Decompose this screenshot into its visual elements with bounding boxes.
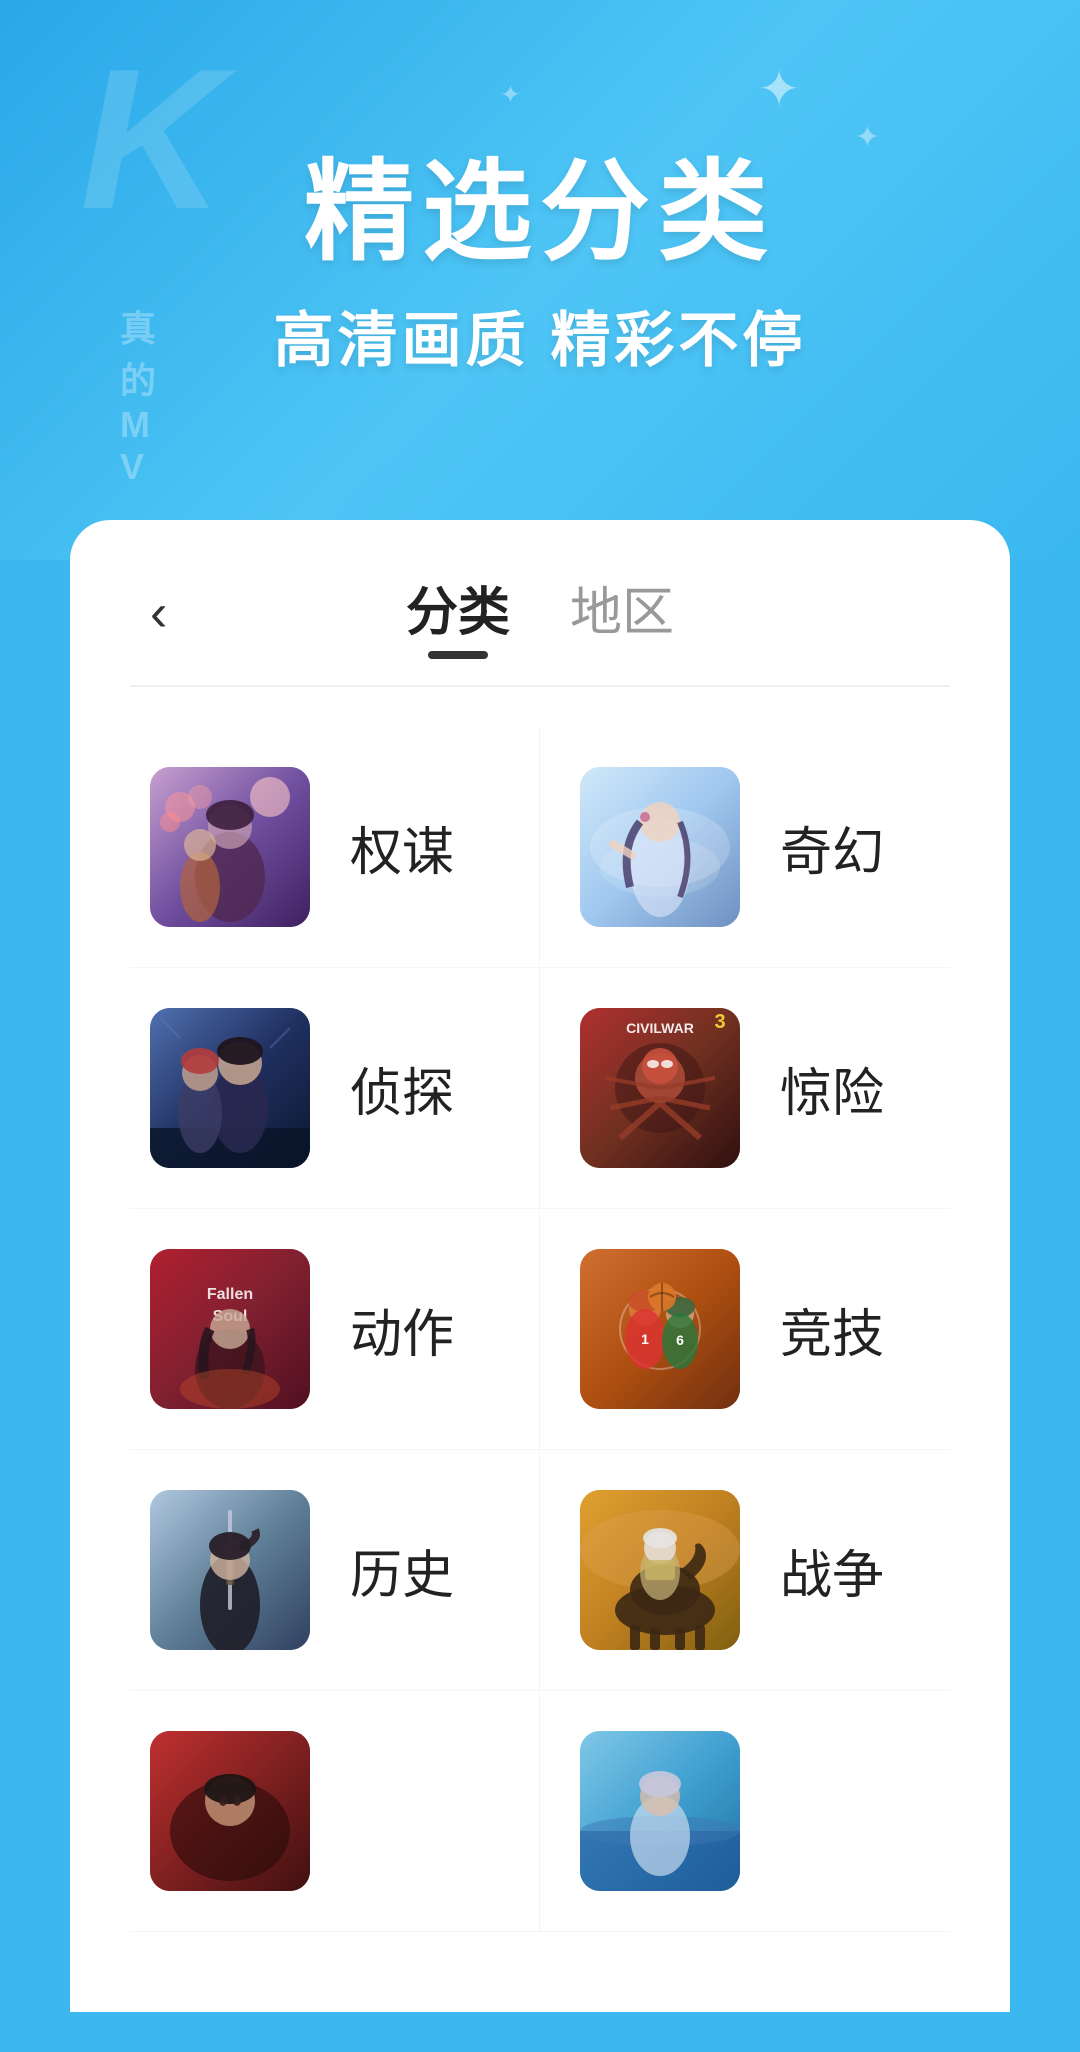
category-thumb-quanmou [150, 767, 310, 927]
category-item-qihuan[interactable]: 奇幻 [540, 727, 950, 968]
category-label-qihuan: 奇幻 [780, 810, 884, 885]
category-label-zhanzheng: 战争 [780, 1533, 884, 1608]
category-item-lishi[interactable]: 历史 [130, 1450, 540, 1691]
category-label-lishi: 历史 [350, 1533, 454, 1608]
star-decoration-3: ✦ [500, 80, 521, 110]
back-button[interactable]: ‹ [150, 583, 167, 643]
star-decoration-2: ✦ [855, 120, 880, 155]
category-thumb-lishi [150, 1490, 310, 1650]
category-item-jingxian[interactable]: CIVILWAR 3 [540, 968, 950, 1209]
category-label-jingxian: 惊险 [780, 1051, 884, 1126]
category-thumb-10 [580, 1731, 740, 1891]
category-item-9[interactable] [130, 1691, 540, 1932]
category-thumb-9 [150, 1731, 310, 1891]
bg-decoration-k: K [80, 40, 224, 240]
category-label-dongzuo: 动作 [350, 1292, 454, 1367]
category-item-zhanzheng[interactable]: 战争 [540, 1450, 950, 1691]
category-item-dongzuo[interactable]: Fallen Soul 动作 [130, 1209, 540, 1450]
category-label-jingji: 竞技 [780, 1292, 884, 1367]
content-card: ‹ 分类 地区 [70, 520, 1010, 2012]
tabs-container: 分类 地区 [406, 570, 674, 655]
category-thumb-jingxian: CIVILWAR 3 [580, 1008, 740, 1168]
svg-text:Fallen: Fallen [207, 1286, 253, 1303]
category-item-jingji[interactable]: 1 6 竞技 [540, 1209, 950, 1450]
svg-text:1: 1 [641, 1331, 649, 1347]
tab-bar: ‹ 分类 地区 [130, 520, 950, 685]
category-item-quanmou[interactable]: 权谋 [130, 727, 540, 968]
category-thumb-zhanzheng [580, 1490, 740, 1650]
category-thumb-dongzuo: Fallen Soul [150, 1249, 310, 1409]
bg-decoration-chars: 真 的 M V [120, 300, 156, 488]
hero-section: K 真 的 M V ✦ ✦ ✦ 精选分类 高清画质 精彩不停 [0, 0, 1080, 560]
category-thumb-zhentan [150, 1008, 310, 1168]
category-label-zhentan: 侦探 [350, 1051, 454, 1126]
svg-text:3: 3 [714, 1011, 725, 1033]
hero-title-main: 精选分类 [274, 122, 807, 282]
category-thumb-qihuan [580, 767, 740, 927]
svg-text:CIVILWAR: CIVILWAR [626, 1020, 694, 1036]
category-item-10[interactable] [540, 1691, 950, 1932]
tab-divider [130, 685, 950, 687]
tab-category[interactable]: 分类 [406, 570, 510, 655]
category-item-zhentanjian[interactable]: 侦探 [130, 968, 540, 1209]
category-grid: 权谋 [130, 727, 950, 1932]
svg-text:6: 6 [676, 1332, 684, 1348]
tab-region[interactable]: 地区 [570, 570, 674, 655]
hero-title: 精选分类 高清画质 精彩不停 [274, 122, 807, 379]
category-thumb-jingji: 1 6 [580, 1249, 740, 1409]
star-decoration-1: ✦ [758, 60, 800, 118]
hero-title-sub: 高清画质 精彩不停 [274, 292, 807, 379]
category-label-quanmou: 权谋 [350, 810, 454, 885]
